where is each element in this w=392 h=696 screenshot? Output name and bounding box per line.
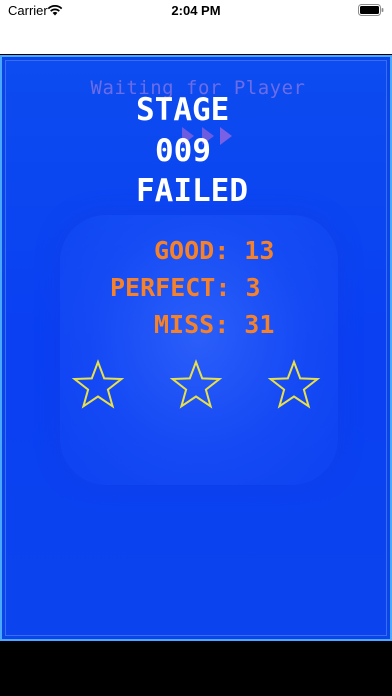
game-screen[interactable]: Waiting for Player STAGE 009 FAILED GOOD… (0, 55, 392, 641)
star-icon-1 (71, 359, 125, 409)
stage-number: 009 (155, 133, 211, 169)
star-icon-2 (169, 359, 223, 409)
clock-time: 2:04 PM (171, 3, 221, 18)
stat-miss: MISS: 31 (154, 310, 275, 339)
battery-icon (358, 4, 384, 16)
stage-label: STAGE (136, 92, 230, 128)
status-bar: Carrier 2:04 PM (0, 0, 392, 54)
stat-good: GOOD: 13 (154, 236, 275, 265)
stage-result: FAILED (136, 173, 248, 209)
stat-perfect: PERFECT: 3 (110, 273, 261, 302)
star-icon-3 (267, 359, 321, 409)
bottom-letterbox (0, 641, 392, 696)
